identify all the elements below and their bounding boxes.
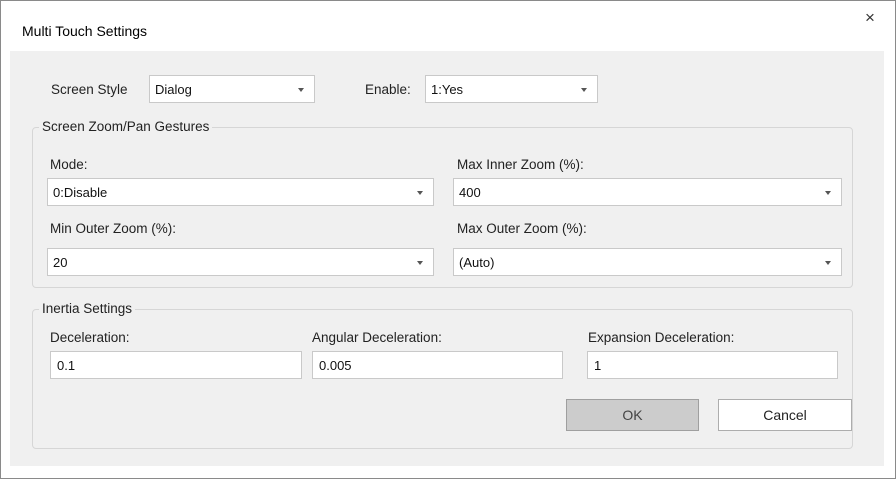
angular-deceleration-value: 0.005 — [319, 358, 352, 373]
expansion-deceleration-label: Expansion Deceleration: — [588, 330, 735, 345]
max-inner-zoom-label: Max Inner Zoom (%): — [457, 157, 584, 172]
enable-label: Enable: — [365, 82, 411, 97]
max-outer-zoom-dropdown[interactable]: (Auto) — [453, 248, 842, 276]
screen-style-label: Screen Style — [51, 82, 128, 97]
chevron-down-icon — [825, 191, 831, 195]
dialog-client-area: Screen Style Dialog Enable: 1:Yes Screen… — [10, 51, 884, 466]
enable-dropdown[interactable]: 1:Yes — [425, 75, 598, 103]
chevron-down-icon — [825, 261, 831, 265]
min-outer-zoom-label: Min Outer Zoom (%): — [50, 221, 177, 236]
mode-dropdown[interactable]: 0:Disable — [47, 178, 434, 206]
deceleration-label: Deceleration: — [50, 330, 130, 345]
chevron-down-icon — [417, 191, 423, 195]
cancel-button[interactable]: Cancel — [718, 399, 852, 431]
min-outer-zoom-dropdown[interactable]: 20 — [47, 248, 434, 276]
max-outer-zoom-label: Max Outer Zoom (%): — [457, 221, 587, 236]
zoom-pan-group-title: Screen Zoom/Pan Gestures — [39, 119, 213, 134]
min-outer-zoom-value: 20 — [53, 255, 68, 270]
chevron-down-icon — [581, 88, 587, 92]
deceleration-field[interactable]: 0.1 — [50, 351, 302, 379]
enable-value: 1:Yes — [431, 82, 464, 97]
screen-style-dropdown[interactable]: Dialog — [149, 75, 315, 103]
angular-deceleration-field[interactable]: 0.005 — [312, 351, 563, 379]
multi-touch-settings-dialog: Multi Touch Settings × Screen Style Dial… — [0, 0, 896, 479]
expansion-deceleration-value: 1 — [594, 358, 602, 373]
mode-label: Mode: — [50, 157, 88, 172]
expansion-deceleration-field[interactable]: 1 — [587, 351, 838, 379]
dialog-title: Multi Touch Settings — [22, 23, 148, 39]
chevron-down-icon — [298, 88, 304, 92]
mode-value: 0:Disable — [53, 185, 108, 200]
deceleration-value: 0.1 — [57, 358, 76, 373]
ok-button[interactable]: OK — [566, 399, 699, 431]
title-bar: Multi Touch Settings × — [1, 1, 895, 51]
angular-deceleration-label: Angular Deceleration: — [312, 330, 442, 345]
screen-style-value: Dialog — [155, 82, 192, 97]
max-inner-zoom-dropdown[interactable]: 400 — [453, 178, 842, 206]
chevron-down-icon — [417, 261, 423, 265]
close-icon[interactable]: × — [861, 9, 879, 27]
max-inner-zoom-value: 400 — [459, 185, 481, 200]
max-outer-zoom-value: (Auto) — [459, 255, 495, 270]
inertia-group-title: Inertia Settings — [39, 301, 136, 316]
